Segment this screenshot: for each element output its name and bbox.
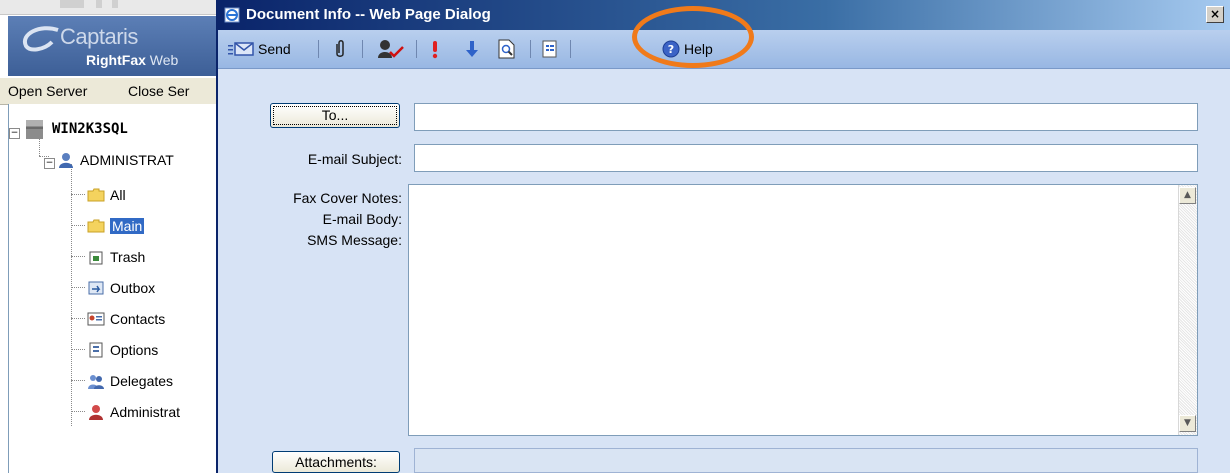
sms-message-label: SMS Message:	[307, 232, 402, 248]
help-label: Help	[684, 41, 713, 57]
toolbar-separator	[530, 40, 531, 58]
app-logo-banner: Captaris RightFax Web	[8, 16, 216, 76]
svg-text:?: ?	[668, 43, 674, 56]
captaris-brand-text: Captaris	[60, 24, 138, 49]
signature-button[interactable]	[376, 38, 406, 60]
tree-item-contacts[interactable]: Contacts	[87, 308, 165, 330]
subject-label: E-mail Subject:	[307, 151, 402, 167]
ie-page-icon	[224, 7, 240, 23]
dialog-title-bar[interactable]: Document Info -- Web Page Dialog ×	[218, 0, 1230, 30]
priority-icon	[432, 41, 438, 59]
tree-item-delegates[interactable]: Delegates	[87, 370, 173, 392]
document-info-dialog: Document Info -- Web Page Dialog × Send	[216, 0, 1230, 473]
tree-item-all[interactable]: All	[87, 184, 126, 206]
outbox-icon	[87, 280, 105, 296]
menu-close-server[interactable]: Close Ser	[128, 83, 189, 99]
tree-user-label: ADMINISTRAT	[80, 152, 174, 168]
tree-item-trash[interactable]: Trash	[87, 246, 145, 268]
tree-item-label: Delegates	[110, 373, 174, 389]
vertical-scrollbar[interactable]: ▲ ▼	[1178, 185, 1197, 435]
tree-item-label: Main	[110, 218, 145, 234]
folder-icon	[87, 187, 105, 203]
rightfax-product-text: RightFax Web	[86, 52, 179, 68]
folder-icon	[87, 218, 105, 234]
fax-cover-notes-label: Fax Cover Notes:	[293, 190, 402, 206]
folder-tree: − WIN2K3SQL − ADMINISTRAT All Main Trash	[8, 104, 216, 473]
server-icon	[23, 118, 47, 140]
help-icon: ?	[662, 40, 680, 58]
tree-item-label: Outbox	[110, 280, 156, 296]
preview-icon	[498, 39, 515, 59]
toolbar-separator	[362, 40, 363, 58]
toolbar-separator	[570, 40, 571, 58]
high-priority-button[interactable]	[430, 38, 440, 60]
email-subject-field[interactable]	[414, 144, 1198, 172]
to-field[interactable]	[414, 103, 1198, 131]
send-button[interactable]: Send	[228, 38, 291, 60]
attachments-button[interactable]: Attachments:	[272, 451, 400, 473]
tree-item-label: Trash	[110, 249, 146, 265]
low-priority-icon	[466, 41, 478, 57]
captaris-swoosh-icon	[22, 26, 59, 52]
dialog-title: Document Info -- Web Page Dialog	[246, 6, 491, 23]
tree-item-main[interactable]: Main	[87, 215, 145, 237]
scroll-up-button[interactable]: ▲	[1179, 187, 1196, 204]
tree-item-label: All	[110, 187, 126, 203]
tree-node-user[interactable]: ADMINISTRAT	[57, 149, 174, 171]
attach-button[interactable]	[332, 38, 348, 60]
user-icon	[57, 152, 75, 168]
background-app-window: Captaris RightFax Web Open Server Close …	[0, 0, 216, 473]
delegates-icon	[87, 373, 105, 389]
tree-item-label: Options	[110, 342, 159, 358]
tree-item-options[interactable]: Options	[87, 339, 158, 361]
tree-item-outbox[interactable]: Outbox	[87, 277, 155, 299]
to-button[interactable]: To...	[270, 103, 400, 128]
contacts-icon	[87, 311, 105, 327]
tree-server-label: WIN2K3SQL	[52, 121, 128, 137]
scroll-down-button[interactable]: ▼	[1179, 415, 1196, 432]
send-label: Send	[258, 41, 291, 57]
attachments-field	[414, 448, 1198, 473]
tree-collapse-server[interactable]: −	[9, 128, 20, 139]
background-top-strip	[0, 0, 216, 15]
preview-button[interactable]	[498, 38, 516, 60]
tree-node-server[interactable]: WIN2K3SQL	[23, 118, 128, 140]
options-icon	[87, 342, 105, 358]
tree-item-administrator[interactable]: Administrat	[87, 401, 180, 423]
form-icon	[542, 40, 557, 58]
tree-item-label: Administrat	[110, 404, 181, 420]
form-button[interactable]	[542, 38, 558, 60]
dialog-toolbar: Send ? Help	[218, 30, 1230, 69]
email-body-label: E-mail Body:	[322, 211, 402, 227]
toolbar-separator	[318, 40, 319, 58]
help-button[interactable]: ? Help	[662, 38, 713, 60]
close-button[interactable]: ×	[1206, 6, 1224, 23]
tree-collapse-user[interactable]: −	[44, 158, 55, 169]
signature-icon	[378, 40, 404, 58]
low-priority-button[interactable]	[466, 38, 478, 60]
trash-icon	[87, 249, 105, 265]
menu-open-server[interactable]: Open Server	[8, 83, 87, 99]
message-body-textarea[interactable]: ▲ ▼	[408, 184, 1198, 436]
attach-icon	[336, 40, 344, 57]
administrator-icon	[87, 404, 105, 420]
tree-item-label: Contacts	[110, 311, 166, 327]
send-icon	[228, 42, 254, 56]
toolbar-separator	[416, 40, 417, 58]
background-menu-bar: Open Server Close Ser	[0, 78, 216, 105]
